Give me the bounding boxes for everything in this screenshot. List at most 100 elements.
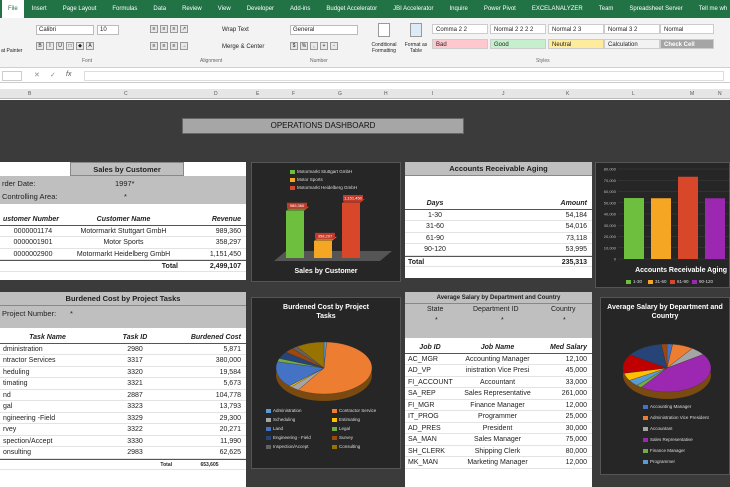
underline-button[interactable]: U <box>56 42 64 50</box>
ribbon-tabs: File Insert Page Layout Formulas Data Review V… <box>0 0 730 18</box>
tab-9[interactable]: Budget Accelerator <box>318 6 385 12</box>
formula-input[interactable] <box>84 71 724 81</box>
ar-chart-bar <box>678 176 698 259</box>
fill-color-icon[interactable]: ◆ <box>76 42 84 50</box>
ar-chart-tick-label: 30,000 <box>604 223 617 228</box>
tab-14[interactable]: Team <box>591 6 622 12</box>
tab-11[interactable]: Inquire <box>441 6 475 12</box>
table-cell: Motormarkt Stuttgart GmbH <box>80 227 167 235</box>
ar-chart-legend-item: 1-30 <box>626 279 642 284</box>
col-amount: Amount <box>560 200 587 207</box>
tab-0[interactable]: File <box>2 0 24 18</box>
format-table-icon <box>410 23 422 37</box>
format-table-button[interactable]: Format as Table <box>402 42 430 54</box>
ar-total-row: Total 235,313 <box>405 255 592 267</box>
tab-3[interactable]: Formulas <box>104 6 145 12</box>
merge-center-button[interactable]: Merge & Center <box>222 44 264 50</box>
style-5[interactable]: Bad <box>432 39 488 49</box>
enter-icon[interactable]: ✓ <box>50 71 56 79</box>
ar-chart-tick-label: 20,000 <box>604 234 617 239</box>
table-row: rvey 3322 20,271 <box>0 424 246 436</box>
tab-13[interactable]: EXCELANALYZER <box>524 6 591 12</box>
align-top-icon[interactable]: ≡ <box>150 25 158 33</box>
controlling-area-value[interactable]: * <box>124 192 127 201</box>
bold-button[interactable]: B <box>36 42 44 50</box>
ar-chart-tick-label: 60,000 <box>604 189 617 194</box>
tab-15[interactable]: Spreadsheet Server <box>621 6 690 12</box>
style-8[interactable]: Calculation <box>604 39 660 49</box>
tab-10[interactable]: JBI Accelerator <box>385 6 441 12</box>
burden-rows: dministration 2980 5,871 ntractor Services 3… <box>0 344 246 459</box>
style-6[interactable]: Good <box>490 39 546 49</box>
currency-icon[interactable]: $ <box>290 42 298 50</box>
style-9[interactable]: Check Cell <box>660 39 714 49</box>
burden-chart-legend-swatch <box>332 444 337 449</box>
table-cell: Shipping Clerk <box>474 447 521 455</box>
conditional-formatting-button[interactable]: Conditional Formatting <box>366 42 402 54</box>
format-painter-label[interactable]: at Painter <box>1 48 22 54</box>
font-name-select[interactable]: Calibri <box>36 25 94 35</box>
comma-icon[interactable]: , <box>310 42 318 50</box>
sales-chart-plot: 989,360 358,297 1,151,450 <box>274 195 392 261</box>
style-2[interactable]: Normal 2 3 <box>548 24 604 34</box>
indent-icon[interactable]: → <box>180 42 188 50</box>
percent-icon[interactable]: % <box>300 42 308 50</box>
filter-state-value[interactable]: * <box>435 317 438 324</box>
number-format-select[interactable]: General <box>290 25 358 35</box>
salary-panel: Average Salary by Department and Country… <box>405 292 592 487</box>
align-middle-icon[interactable]: ≡ <box>160 25 168 33</box>
table-cell: IT_PROG <box>408 413 439 420</box>
cancel-icon[interactable]: ✕ <box>34 71 40 79</box>
italic-button[interactable]: I <box>46 42 54 50</box>
style-1[interactable]: Normal 2 2 2 2 <box>490 24 546 34</box>
filter-country-value[interactable]: * <box>563 317 566 324</box>
ar-chart[interactable]: 0 10,000 20,000 30,000 40,000 50,000 60,000 70,… <box>595 162 730 288</box>
sales-chart-title: Sales by Customer <box>294 268 358 275</box>
tab-7[interactable]: Developer <box>239 6 282 12</box>
border-icon[interactable]: □ <box>66 42 74 50</box>
tab-2[interactable]: Page Layout <box>55 6 105 12</box>
table-row: nd 2887 104,778 <box>0 390 246 401</box>
tab-5[interactable]: Review <box>174 6 210 12</box>
name-box[interactable] <box>2 71 22 81</box>
burden-chart-legend-swatch <box>266 408 271 413</box>
increase-decimal-icon[interactable]: + <box>320 42 328 50</box>
table-cell: timating <box>3 380 28 387</box>
tab-4[interactable]: Data <box>145 6 174 12</box>
ar-chart-legend-swatch <box>648 279 653 284</box>
project-number-block: Project Number: * <box>0 306 246 328</box>
tab-16[interactable]: Tell me wh <box>691 6 730 12</box>
function-icon[interactable]: fx <box>66 71 71 78</box>
style-3[interactable]: Normal 3 2 <box>604 24 660 34</box>
align-right-icon[interactable]: ≡ <box>170 42 178 50</box>
font-size-select[interactable]: 10 <box>97 25 119 35</box>
orientation-icon[interactable]: ↗ <box>180 25 188 33</box>
salary-chart[interactable]: Average Salary by Department and Country… <box>600 297 730 475</box>
sales-chart-bar <box>314 240 332 258</box>
decrease-decimal-icon[interactable]: - <box>330 42 338 50</box>
style-4[interactable]: Normal <box>660 24 714 34</box>
align-center-icon[interactable]: ≡ <box>160 42 168 50</box>
order-date-value[interactable]: 1997* <box>115 179 135 188</box>
style-7[interactable]: Neutral <box>548 39 604 49</box>
table-cell: 33,000 <box>565 378 587 386</box>
font-color-icon[interactable]: A <box>86 42 94 50</box>
style-0[interactable]: Comma 2 2 <box>432 24 488 34</box>
sales-chart[interactable]: Motormarkt Stuttgart GmbH Motor Sports Mot… <box>251 162 401 282</box>
table-cell: 2887 <box>127 391 143 399</box>
tab-12[interactable]: Power Pivot <box>476 6 524 12</box>
table-cell: 5,673 <box>223 380 241 387</box>
tab-6[interactable]: View <box>210 6 239 12</box>
tab-8[interactable]: Add-ins <box>282 6 318 12</box>
table-cell: 30,000 <box>565 424 587 432</box>
tab-1[interactable]: Insert <box>24 6 55 12</box>
table-row: SA_MAN Sales Manager 75,000 <box>405 434 592 446</box>
burden-chart-legend-swatch <box>332 426 337 431</box>
burden-chart[interactable]: Burdened Cost by Project Tasks Administr… <box>251 297 401 469</box>
align-left-icon[interactable]: ≡ <box>150 42 158 50</box>
filter-dept-value[interactable]: * <box>501 317 504 324</box>
table-cell: 5,871 <box>223 345 241 353</box>
wrap-text-button[interactable]: Wrap Text <box>222 27 249 33</box>
align-bottom-icon[interactable]: ≡ <box>170 25 178 33</box>
project-number-value[interactable]: * <box>70 309 73 318</box>
